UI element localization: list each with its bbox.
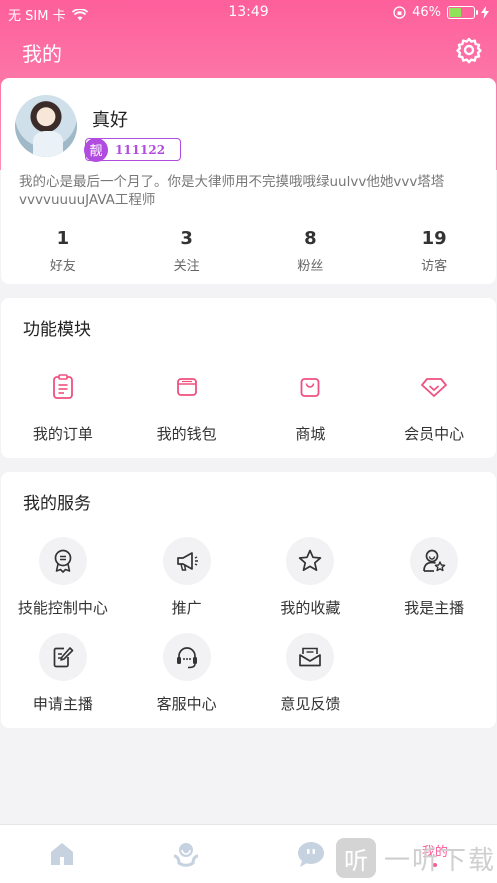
service-i-am-anchor[interactable]: 我是主播 (372, 537, 496, 633)
features-card: 功能模块 我的订单 我的钱包 商城 会员中心 (1, 298, 496, 458)
watermark: 听 一听下载 (336, 838, 496, 878)
stat-value: 19 (421, 228, 447, 249)
star-icon (299, 549, 322, 572)
feature-my-wallet[interactable]: 我的钱包 (125, 363, 249, 444)
service-feedback[interactable]: 意见反馈 (249, 633, 373, 729)
services-card: 我的服务 技能控制中心 推广 我的收藏 我是主播 申请主播 客服中心 意见反馈 (1, 472, 496, 728)
battery-icon (447, 6, 478, 19)
username: 真好 (92, 110, 128, 131)
section-title: 我的服务 (23, 494, 91, 514)
service-label: 客服中心 (156, 695, 217, 713)
home-icon (51, 843, 74, 865)
stat-label: 关注 (173, 259, 200, 274)
page-title: 我的 (22, 42, 62, 66)
feature-shop[interactable]: 商城 (249, 363, 373, 444)
service-label: 技能控制中心 (17, 599, 108, 617)
discover-icon (174, 843, 199, 867)
stat-value: 3 (180, 228, 193, 249)
settings-gear-icon[interactable] (455, 36, 483, 64)
charging-icon (481, 6, 489, 19)
service-promotion[interactable]: 推广 (125, 537, 249, 633)
megaphone-icon (176, 552, 198, 571)
service-apply-anchor[interactable]: 申请主播 (1, 633, 125, 729)
user-id-badge: 靓 111122 (84, 137, 181, 162)
stats-row: 1 好友 3 关注 8 粉丝 19 访客 (1, 228, 496, 274)
profile-card: 真好 靓 111122 我的心是最后一个月了。你是大律师用不完摸哦哦绿uulvv… (1, 78, 496, 284)
feature-label: 我的订单 (32, 425, 93, 443)
service-customer-center[interactable]: 客服中心 (125, 633, 249, 729)
stat-visitors[interactable]: 19 访客 (372, 228, 496, 274)
stat-label: 访客 (421, 259, 448, 274)
edit-icon (53, 647, 74, 668)
stat-fans[interactable]: 8 粉丝 (249, 228, 373, 274)
battery-percent: 46% (412, 5, 441, 20)
feature-label: 商城 (295, 425, 326, 443)
stat-value: 1 (56, 228, 70, 249)
tab-discover[interactable] (124, 825, 248, 883)
service-label: 意见反馈 (280, 695, 341, 713)
pretty-number-tag: 靓 (84, 137, 108, 162)
headset-icon (176, 647, 197, 669)
shop-icon (300, 378, 320, 397)
feature-label: 会员中心 (404, 425, 465, 443)
medal-icon (54, 549, 72, 573)
feature-label: 我的钱包 (156, 425, 217, 443)
rotation-lock-icon (393, 6, 406, 19)
wallet-icon (176, 378, 197, 396)
service-label: 申请主播 (32, 695, 93, 713)
stat-label: 好友 (49, 259, 76, 274)
order-icon (52, 374, 73, 399)
status-bar: 无 SIM 卡 13:49 46% (0, 0, 497, 26)
feature-vip-center[interactable]: 会员中心 (372, 363, 496, 444)
diamond-icon (421, 378, 448, 397)
feedback-icon (299, 647, 322, 667)
stat-friends[interactable]: 1 好友 (1, 228, 125, 274)
service-label: 我是主播 (404, 599, 465, 617)
stat-value: 8 (304, 228, 317, 249)
avatar[interactable] (15, 95, 77, 157)
service-label: 我的收藏 (280, 599, 341, 617)
stat-label: 粉丝 (297, 259, 324, 274)
service-label: 推广 (171, 599, 202, 617)
watermark-logo: 听 (336, 838, 376, 878)
watermark-text: 一听下载 (384, 845, 497, 876)
section-title: 功能模块 (23, 320, 91, 340)
stat-following[interactable]: 3 关注 (125, 228, 249, 274)
bio-text: 我的心是最后一个月了。你是大律师用不完摸哦哦绿uulvv他她vvv塔塔vvvvu… (19, 174, 445, 208)
feature-my-orders[interactable]: 我的订单 (1, 363, 125, 444)
anchor-icon (423, 549, 446, 572)
service-my-favorites[interactable]: 我的收藏 (249, 537, 373, 633)
message-icon (297, 842, 324, 867)
user-id-number: 111122 (115, 142, 166, 157)
tab-home[interactable] (0, 825, 124, 883)
service-skill-center[interactable]: 技能控制中心 (1, 537, 125, 633)
